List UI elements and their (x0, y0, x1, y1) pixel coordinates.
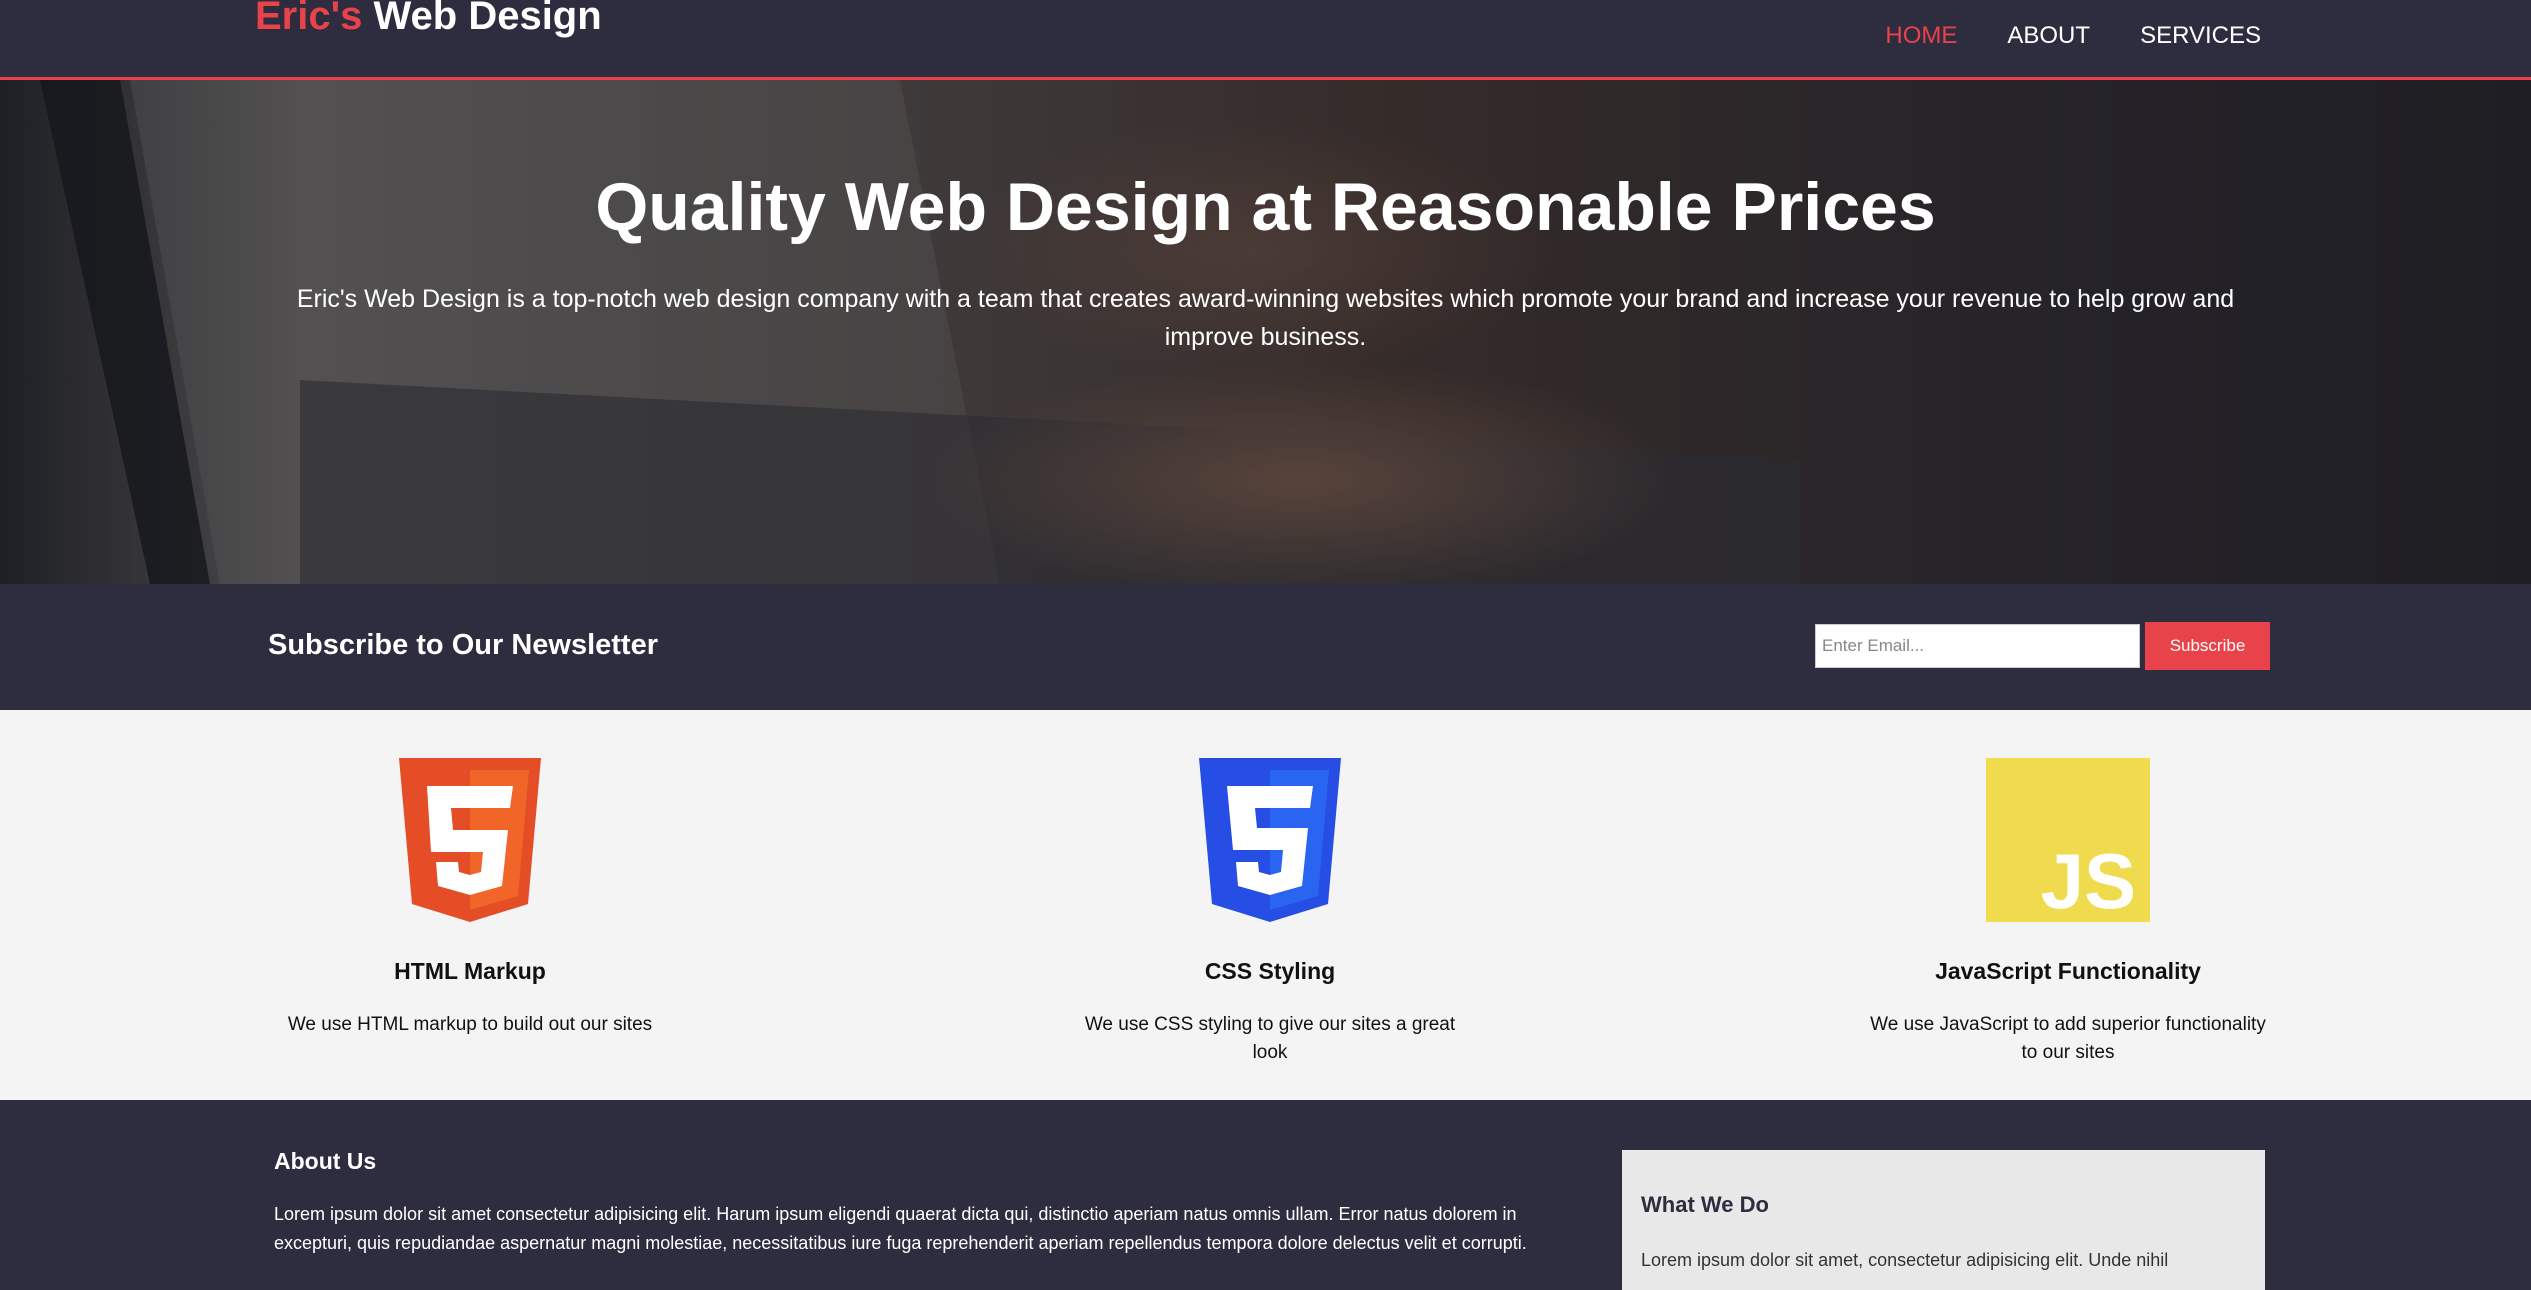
subscribe-button[interactable]: Subscribe (2145, 622, 2270, 670)
feature-title: JavaScript Functionality (1935, 958, 2201, 984)
what-we-do-heading: What We Do (1641, 1192, 1769, 1217)
feature-css: CSS Styling We use CSS styling to give o… (1070, 758, 1470, 1067)
logo-accent: Eric's (255, 0, 363, 38)
hero-section: Quality Web Design at Reasonable Prices … (0, 80, 2531, 584)
features-section: HTML Markup We use HTML markup to build … (0, 710, 2531, 1100)
html5-icon (399, 758, 541, 922)
what-we-do-panel: What We Do Lorem ipsum dolor sit amet, c… (1622, 1150, 2265, 1290)
hero-subtitle: Eric's Web Design is a top-notch web des… (296, 285, 2235, 351)
nav-link-home[interactable]: HOME (1885, 22, 1957, 50)
logo-text: Web Design (362, 0, 602, 38)
about-section: About Us Lorem ipsum dolor sit amet cons… (0, 1100, 2531, 1290)
js-icon: JS (1986, 758, 2150, 922)
newsletter-section: Subscribe to Our Newsletter Subscribe (0, 584, 2531, 710)
feature-html: HTML Markup We use HTML markup to build … (270, 758, 670, 1039)
hero-title: Quality Web Design at Reasonable Prices (595, 169, 1936, 245)
css3-icon (1199, 758, 1341, 922)
site-logo[interactable]: Eric's Web Design (255, 0, 602, 39)
nav-link-services[interactable]: SERVICES (2140, 22, 2261, 50)
nav-menu: HOME ABOUT SERVICES (1885, 22, 2261, 50)
svg-text:JS: JS (2041, 837, 2136, 922)
feature-text: We use JavaScript to add superior functi… (1870, 1014, 2266, 1063)
nav-link-about[interactable]: ABOUT (2007, 22, 2090, 50)
about-text: Lorem ipsum dolor sit amet consectetur a… (274, 1204, 1527, 1253)
what-we-do-text: Lorem ipsum dolor sit amet, consectetur … (1641, 1250, 2169, 1270)
feature-js: JS JavaScript Functionality We use JavaS… (1860, 758, 2276, 1067)
newsletter-heading: Subscribe to Our Newsletter (268, 629, 658, 661)
feature-text: We use CSS styling to give our sites a g… (1084, 1014, 1456, 1063)
feature-title: CSS Styling (1204, 958, 1336, 984)
email-input[interactable] (1815, 624, 2140, 668)
about-heading: About Us (274, 1148, 377, 1174)
feature-text: We use HTML markup to build out our site… (287, 1014, 653, 1035)
feature-title: HTML Markup (394, 958, 546, 984)
navbar: Eric's Web Design HOME ABOUT SERVICES (0, 0, 2531, 80)
